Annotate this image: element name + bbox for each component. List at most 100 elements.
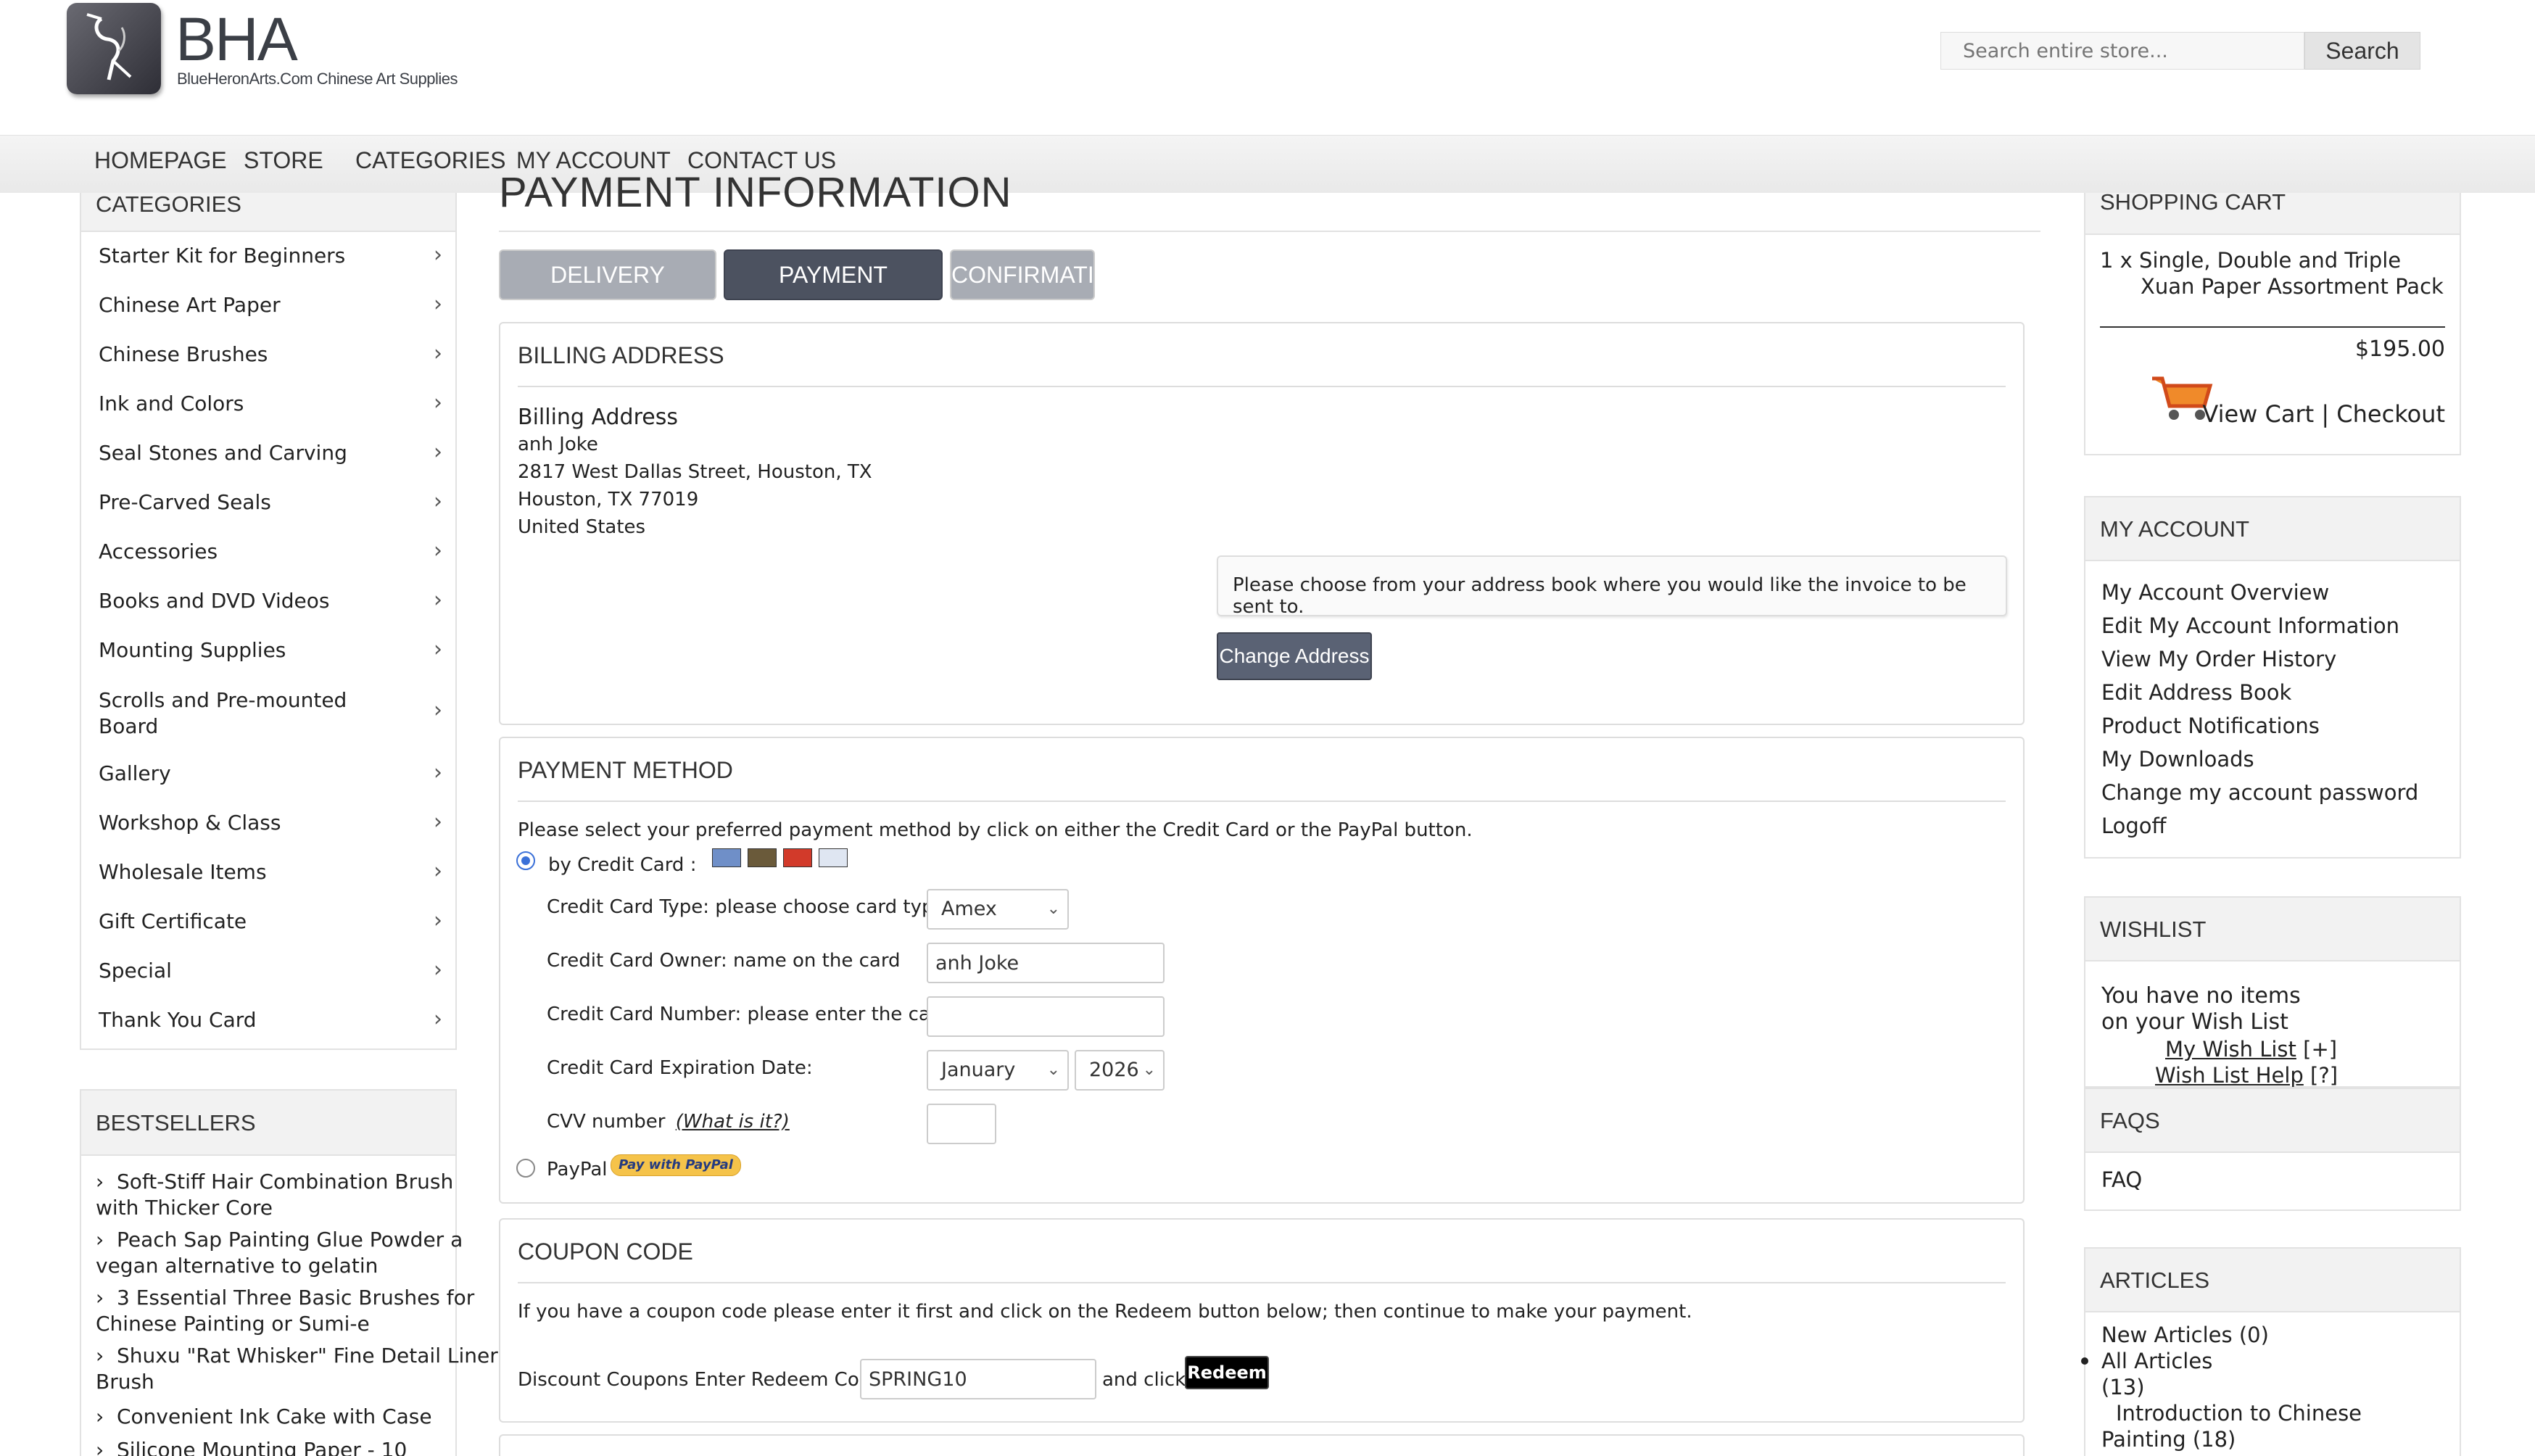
section-divider: [518, 801, 2006, 802]
chevron-right-icon: ›: [434, 957, 442, 983]
category-item[interactable]: Wholesale Items ›: [81, 859, 455, 896]
cart-item-line2[interactable]: Xuan Paper Assortment Pack: [2141, 274, 2444, 299]
radio-dot: [521, 856, 530, 865]
category-label: Thank You Card: [99, 1008, 257, 1032]
paypal-radio[interactable]: [516, 1159, 535, 1178]
categories-box: CATEGORIES Starter Kit for Beginners › Ch…: [80, 193, 457, 1050]
bestseller-item[interactable]: › Convenient Ink Cake with Case: [96, 1404, 502, 1430]
card-number-input[interactable]: [927, 996, 1165, 1037]
new-articles-link[interactable]: New Articles (0): [2101, 1323, 2269, 1347]
article-topic-link[interactable]: Introduction to Chinese: [2116, 1401, 2362, 1426]
cart-item-line1[interactable]: 1 x Single, Double and Triple: [2100, 248, 2401, 273]
cvv-label: CVV number (What is it?): [547, 1111, 790, 1133]
bestseller-item[interactable]: › Peach Sap Painting Glue Powder a vegan…: [96, 1227, 502, 1279]
bestseller-item[interactable]: › Silicone Mounting Paper - 10: [96, 1437, 502, 1456]
step-payment[interactable]: PAYMENT INFORMATION: [724, 249, 943, 336]
category-item[interactable]: Gallery ›: [81, 760, 455, 798]
card-logos: [712, 848, 848, 870]
article-topic-count[interactable]: Painting (18): [2101, 1427, 2236, 1452]
account-box: MY ACCOUNT My Account Overview Edit My A…: [2084, 496, 2461, 859]
section-divider: [518, 1282, 2006, 1283]
bestseller-item[interactable]: › Soft-Stiff Hair Combination Brush with…: [96, 1169, 502, 1221]
view-cart-link[interactable]: View Cart | Checkout: [2202, 400, 2445, 428]
cvv-help-link[interactable]: (What is it?): [676, 1111, 790, 1133]
wishlist-help-link[interactable]: Wish List Help: [2155, 1063, 2304, 1088]
account-link[interactable]: Product Notifications: [2101, 713, 2320, 738]
chevron-right-icon: ›: [434, 291, 442, 317]
site-logo[interactable]: [67, 3, 161, 94]
category-item[interactable]: Ink and Colors ›: [81, 390, 455, 428]
card-type-select[interactable]: Amex ⌄: [927, 889, 1069, 930]
chevron-right-icon: ›: [96, 1228, 117, 1252]
category-item[interactable]: Scrolls and Pre-mounted Board ›: [81, 687, 455, 748]
category-item[interactable]: Workshop & Class ›: [81, 809, 455, 847]
bestseller-item[interactable]: › 3 Essential Three Basic Brushes for Ch…: [96, 1285, 502, 1337]
wishlist-add-suffix: [+]: [2303, 1037, 2338, 1062]
category-item[interactable]: Accessories ›: [81, 538, 455, 576]
cart-divider: [2100, 326, 2445, 328]
account-link[interactable]: Edit My Account Information: [2101, 613, 2399, 638]
chevron-right-icon: ›: [434, 760, 442, 785]
account-link[interactable]: My Downloads: [2101, 747, 2254, 772]
category-item[interactable]: Seal Stones and Carving ›: [81, 439, 455, 477]
nav-store[interactable]: STORE: [244, 147, 323, 174]
category-item[interactable]: Chinese Art Paper ›: [81, 291, 455, 329]
category-label: Special: [99, 959, 172, 983]
chevron-right-icon: ›: [96, 1170, 117, 1194]
chevron-right-icon: ›: [434, 859, 442, 884]
account-link[interactable]: Change my account password: [2101, 780, 2418, 805]
account-link[interactable]: My Account Overview: [2101, 580, 2329, 605]
search-input[interactable]: [1940, 32, 2304, 70]
billing-city: Houston, TX 77019: [518, 489, 699, 510]
category-label: Chinese Brushes: [99, 342, 268, 366]
category-item[interactable]: Books and DVD Videos ›: [81, 587, 455, 625]
billing-street: 2817 West Dallas Street, Houston, TX: [518, 461, 872, 483]
exp-month-select[interactable]: January ⌄: [927, 1050, 1069, 1091]
wishlist-link-row: My Wish List [+]: [2165, 1037, 2337, 1062]
account-link[interactable]: Logoff: [2101, 814, 2167, 838]
account-link[interactable]: Edit Address Book: [2101, 680, 2291, 705]
change-address-button[interactable]: Change Address: [1217, 632, 1372, 680]
card-owner-input[interactable]: [927, 943, 1165, 983]
paypal-badge[interactable]: Pay with PayPal: [611, 1154, 741, 1176]
section-divider: [518, 386, 2006, 387]
brand-title[interactable]: BHA: [175, 4, 298, 75]
cvv-input[interactable]: [927, 1104, 996, 1144]
category-item[interactable]: Thank You Card ›: [81, 1006, 455, 1044]
my-wishlist-link[interactable]: My Wish List: [2165, 1037, 2296, 1062]
card-type-label: Credit Card Type: please choose card typ…: [547, 896, 946, 918]
nav-homepage[interactable]: HOMEPAGE: [94, 147, 227, 174]
redeem-button[interactable]: Redeem: [1185, 1356, 1269, 1389]
category-item[interactable]: Chinese Brushes ›: [81, 341, 455, 379]
bestsellers-title: BESTSELLERS: [81, 1091, 455, 1156]
step-confirmation[interactable]: CONFIRMATION: [950, 249, 1129, 300]
amex-card-icon: [712, 848, 741, 867]
cart-box: SHOPPING CART 1 x Single, Double and Tri…: [2084, 191, 2461, 455]
search-button[interactable]: Search: [2304, 32, 2420, 70]
category-item[interactable]: Starter Kit for Beginners ›: [81, 242, 455, 280]
bestseller-item[interactable]: › Shuxu "Rat Whisker" Fine Detail Liner …: [96, 1343, 502, 1395]
account-link[interactable]: View My Order History: [2101, 647, 2336, 671]
bestseller-label: Peach Sap Painting Glue Powder a vegan a…: [96, 1228, 463, 1278]
nav-categories[interactable]: CATEGORIES: [355, 147, 505, 174]
site-header: BHA BlueHeronArts.Com Chinese Art Suppli…: [0, 0, 2535, 135]
card-expiration-label: Credit Card Expiration Date:: [547, 1057, 813, 1079]
coupon-intro: If you have a coupon code please enter i…: [518, 1301, 1692, 1323]
category-item[interactable]: Special ›: [81, 957, 455, 995]
credit-card-radio[interactable]: [516, 851, 535, 870]
category-label: Accessories: [99, 539, 218, 563]
category-item[interactable]: Gift Certificate ›: [81, 908, 455, 946]
category-label: Gallery: [99, 761, 171, 785]
category-label: Gift Certificate: [99, 909, 247, 933]
chevron-right-icon: ›: [96, 1344, 117, 1368]
coupon-label: Discount Coupons Enter Redeem Code: [518, 1369, 883, 1391]
all-articles-link[interactable]: All Articles: [2101, 1349, 2212, 1373]
exp-year-select[interactable]: 2026 ⌄: [1075, 1050, 1165, 1091]
chevron-right-icon: ›: [434, 341, 442, 366]
category-item[interactable]: Mounting Supplies ›: [81, 637, 455, 674]
bestseller-label: Soft-Stiff Hair Combination Brush with T…: [96, 1170, 454, 1220]
category-item[interactable]: Pre-Carved Seals ›: [81, 489, 455, 526]
faq-link[interactable]: FAQ: [2101, 1167, 2142, 1192]
step-delivery[interactable]: DELIVERY INFORMATION: [499, 249, 716, 336]
coupon-input[interactable]: [860, 1359, 1096, 1399]
